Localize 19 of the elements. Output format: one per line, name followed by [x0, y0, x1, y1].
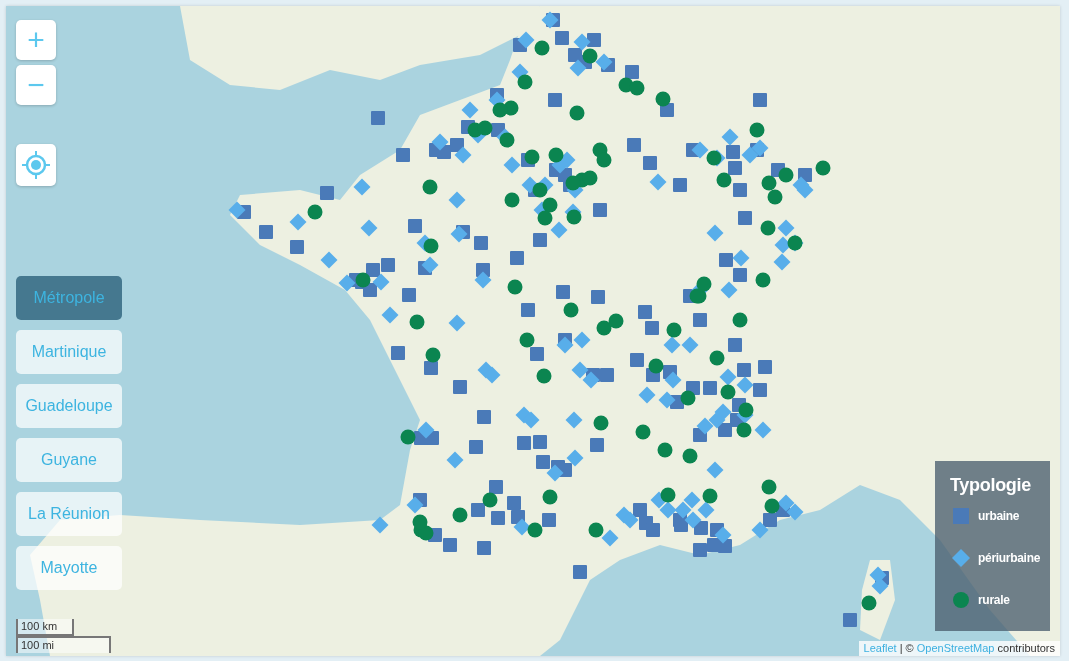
- metric-scale-bar: 100 km: [16, 619, 74, 636]
- attribution-link[interactable]: OpenStreetMap: [916, 642, 995, 654]
- territory-button[interactable]: Métropole: [16, 276, 122, 320]
- legend-label: urbaine: [978, 508, 1020, 525]
- territory-button[interactable]: La Réunion: [16, 492, 122, 536]
- crosshair-icon: [21, 150, 51, 180]
- attribution-link[interactable]: Leaflet: [863, 642, 897, 654]
- territory-button[interactable]: Guadeloupe: [16, 384, 122, 428]
- territory-button[interactable]: Martinique: [16, 330, 122, 374]
- territory-button[interactable]: Mayotte: [16, 546, 122, 590]
- legend-title: Typologie: [949, 474, 1032, 497]
- territory-button[interactable]: Guyane: [16, 438, 122, 482]
- zoom-out-button[interactable]: −: [16, 65, 56, 105]
- imperial-scale-bar: 100 mi: [16, 636, 111, 653]
- legend-label: rurale: [978, 592, 1010, 609]
- legend-label: périurbaine: [978, 550, 1041, 567]
- zoom-in-button[interactable]: +: [16, 20, 56, 60]
- locate-button[interactable]: [16, 144, 56, 186]
- attribution-text: Leaflet | © OpenStreetMap contributors: [858, 641, 1060, 656]
